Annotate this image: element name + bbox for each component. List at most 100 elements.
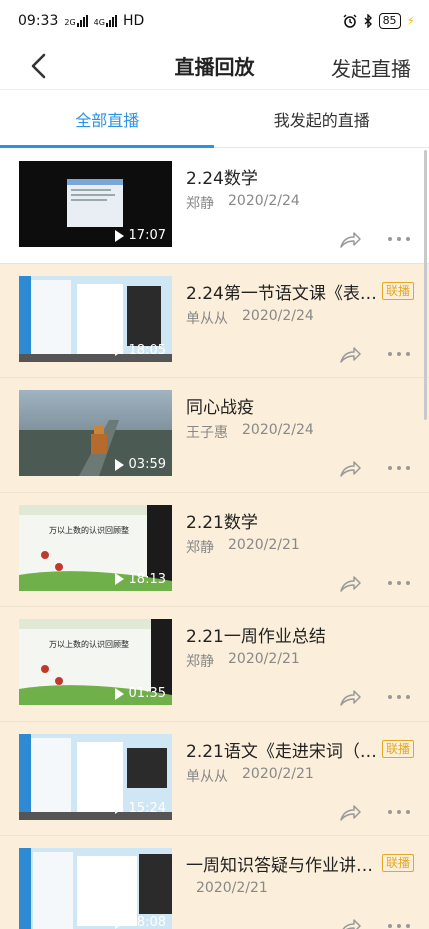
active-tab-indicator <box>0 145 214 148</box>
play-icon <box>114 802 124 814</box>
item-date: 2020/2/21 <box>228 651 300 667</box>
list-item[interactable]: 万以上数的认识回顾整 01:35 2.21一周作业总结 郑静 2020/2/21 <box>0 607 429 722</box>
hd-label: HD <box>122 13 145 29</box>
start-live-button[interactable]: 发起直播 <box>331 53 411 82</box>
share-icon[interactable] <box>339 916 361 929</box>
signal-2g-icon: 2G <box>64 15 88 27</box>
play-icon <box>114 344 124 356</box>
video-thumbnail[interactable]: 万以上数的认识回顾整 18:13 <box>19 504 172 591</box>
item-author: 郑静 <box>186 539 214 556</box>
joint-live-badge: 联播 <box>381 281 414 300</box>
item-title: 2.21一周作业总结 <box>186 627 326 647</box>
share-icon[interactable] <box>339 687 361 707</box>
network-4g-label: 4G <box>93 18 105 27</box>
duration-text: 15:24 <box>128 800 166 816</box>
video-thumbnail[interactable]: 03:59 <box>19 390 172 476</box>
alarm-icon <box>343 14 357 28</box>
nav-bar: 直播回放 发起直播 <box>0 42 429 90</box>
video-thumbnail[interactable]: 48:08 <box>19 848 172 929</box>
video-duration: 48:08 <box>114 915 166 929</box>
item-author: 单从从 <box>186 310 228 327</box>
list-item[interactable]: 48:08 一周知识答疑与作业讲… 联播 2020/2/21 <box>0 836 429 929</box>
more-icon[interactable] <box>388 351 410 358</box>
status-bar: 09:33 2G 4G HD 85 ⚡ <box>0 0 429 42</box>
charging-icon: ⚡ <box>406 14 415 28</box>
item-title: 一周知识答疑与作业讲… <box>186 856 373 876</box>
item-meta: 郑静 2020/2/24 <box>186 193 300 213</box>
joint-live-badge: 联播 <box>381 854 414 872</box>
item-meta: 单从从 2020/2/24 <box>186 308 314 328</box>
duration-text: 48:08 <box>128 915 166 929</box>
video-duration: 17:07 <box>114 228 166 243</box>
item-meta: 王子惠 2020/2/24 <box>186 422 314 442</box>
item-meta: 郑静 2020/2/21 <box>186 537 300 557</box>
scrollbar[interactable] <box>424 150 427 420</box>
play-icon <box>114 916 124 929</box>
play-icon <box>114 229 124 242</box>
joint-live-badge: 联播 <box>381 739 414 758</box>
share-icon[interactable] <box>339 802 361 822</box>
item-date: 2020/2/21 <box>196 880 268 896</box>
item-meta: 郑静 2020/2/21 <box>186 651 300 671</box>
video-thumbnail[interactable]: 18:05 <box>19 275 172 362</box>
replay-list: 17:07 2.24数学 郑静 2020/2/24 18:05 2.24第一节语文… <box>0 149 429 929</box>
item-author: 单从从 <box>186 768 228 785</box>
play-icon <box>114 458 124 471</box>
video-thumbnail[interactable]: 万以上数的认识回顾整 01:35 <box>19 619 172 705</box>
more-icon[interactable] <box>388 237 410 243</box>
item-author: 郑静 <box>186 654 214 670</box>
item-date: 2020/2/21 <box>228 536 300 553</box>
chevron-left-icon <box>31 53 46 79</box>
status-time: 09:33 <box>18 13 59 29</box>
duration-text: 01:35 <box>128 686 166 701</box>
video-thumbnail[interactable]: 15:24 <box>19 733 172 820</box>
play-icon <box>114 687 124 700</box>
list-item[interactable]: 15:24 2.21语文《走进宋词（… 联播 单从从 2020/2/21 <box>0 721 429 836</box>
video-duration: 03:59 <box>114 457 166 472</box>
video-duration: 01:35 <box>114 686 166 701</box>
slide-title-text: 万以上数的认识回顾整 <box>49 640 129 649</box>
share-icon[interactable] <box>339 458 361 478</box>
video-duration: 18:05 <box>114 342 166 358</box>
tab-bar: 全部直播 我发起的直播 <box>0 90 429 148</box>
more-icon[interactable] <box>388 466 410 472</box>
video-duration: 15:24 <box>114 800 166 816</box>
battery-indicator: 85 <box>378 13 401 29</box>
more-icon[interactable] <box>388 809 410 816</box>
item-date: 2020/2/21 <box>242 765 314 782</box>
network-2g-label: 2G <box>64 18 76 27</box>
signal-4g-icon: 4G <box>94 15 117 27</box>
share-icon[interactable] <box>339 344 361 364</box>
video-thumbnail[interactable]: 17:07 <box>19 161 172 247</box>
duration-text: 17:07 <box>128 228 166 243</box>
share-icon[interactable] <box>339 229 361 249</box>
item-meta: 单从从 2020/2/21 <box>186 766 314 786</box>
item-date: 2020/2/24 <box>242 307 314 324</box>
item-title: 2.21数学 <box>186 512 258 533</box>
more-icon[interactable] <box>388 924 410 929</box>
item-author: 王子惠 <box>186 425 228 441</box>
tab-all-lives[interactable]: 全部直播 <box>0 90 215 147</box>
duration-text: 18:05 <box>128 342 166 358</box>
list-item[interactable]: 18:05 2.24第一节语文课《表… 联播 单从从 2020/2/24 <box>0 263 429 378</box>
slide-title-text: 万以上数的认识回顾整 <box>49 525 129 535</box>
tab-my-lives[interactable]: 我发起的直播 <box>215 90 429 147</box>
share-icon[interactable] <box>339 573 361 593</box>
item-meta: 2020/2/21 <box>196 880 268 896</box>
video-duration: 18:13 <box>114 571 166 587</box>
item-title: 2.24第一节语文课《表… <box>186 283 377 304</box>
item-title: 同心战疫 <box>186 398 254 418</box>
item-title: 2.24数学 <box>186 169 258 189</box>
list-item[interactable]: 万以上数的认识回顾整 18:13 2.21数学 郑静 2020/2/21 <box>0 492 429 607</box>
duration-text: 03:59 <box>128 457 166 472</box>
list-item[interactable]: 03:59 同心战疫 王子惠 2020/2/24 <box>0 378 429 493</box>
bluetooth-icon <box>364 14 372 28</box>
play-icon <box>114 573 124 585</box>
back-button[interactable] <box>20 48 56 84</box>
more-icon[interactable] <box>388 695 410 701</box>
list-item[interactable]: 17:07 2.24数学 郑静 2020/2/24 <box>0 149 429 264</box>
item-date: 2020/2/24 <box>242 422 314 438</box>
item-author: 郑静 <box>186 196 214 212</box>
duration-text: 18:13 <box>128 571 166 587</box>
more-icon[interactable] <box>388 580 410 587</box>
